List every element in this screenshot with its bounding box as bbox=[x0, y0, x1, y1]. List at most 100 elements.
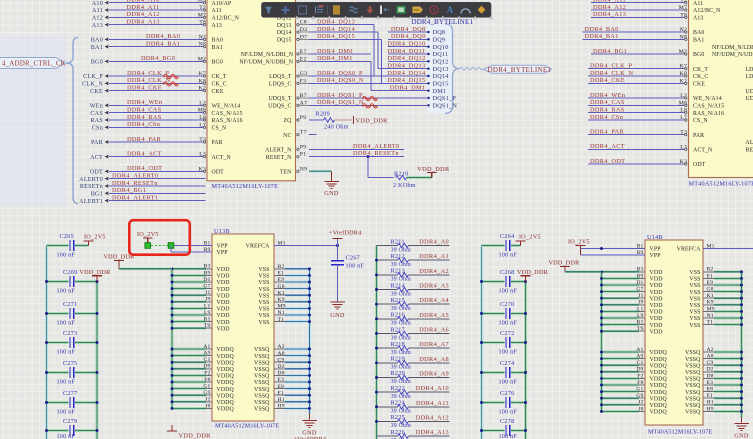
svg-text:DDR4_A9: DDR4_A9 bbox=[419, 370, 449, 377]
svg-text:DQ9: DQ9 bbox=[433, 37, 446, 44]
svg-text:R213: R213 bbox=[391, 268, 405, 275]
svg-text:LDQS_C: LDQS_C bbox=[269, 82, 292, 88]
svg-text:VSSQ: VSSQ bbox=[685, 390, 701, 396]
svg-text:VSS: VSS bbox=[258, 300, 269, 306]
svg-text:VDDQ: VDDQ bbox=[650, 370, 668, 376]
svg-text:K9: K9 bbox=[278, 297, 285, 303]
svg-text:VDD_DDR: VDD_DDR bbox=[179, 433, 212, 439]
svg-text:CSn: CSn bbox=[92, 126, 103, 132]
svg-text:VSSQ: VSSQ bbox=[685, 350, 701, 356]
svg-text:VSS: VSS bbox=[689, 290, 700, 296]
svg-text:VDD: VDD bbox=[650, 296, 664, 302]
svg-text:R218: R218 bbox=[391, 341, 405, 348]
svg-text:4_ADDR_CTRL_CK: 4_ADDR_CTRL_CK bbox=[2, 61, 66, 68]
svg-text:C276: C276 bbox=[500, 390, 514, 397]
svg-text:F2: F2 bbox=[637, 373, 643, 379]
svg-text:R1: R1 bbox=[637, 320, 644, 326]
svg-text:UDQS_C: UDQS_C bbox=[268, 104, 291, 110]
svg-text:100 nF: 100 nF bbox=[57, 252, 76, 259]
svg-text:VDD: VDD bbox=[217, 320, 231, 326]
svg-text:PAR: PAR bbox=[212, 140, 223, 146]
svg-text:N9: N9 bbox=[300, 166, 307, 172]
svg-text:P1: P1 bbox=[300, 152, 306, 158]
svg-text:DDR4_A5: DDR4_A5 bbox=[419, 312, 449, 319]
svg-text:E9: E9 bbox=[707, 280, 714, 286]
svg-text:DQ15: DQ15 bbox=[277, 38, 292, 44]
svg-text:DQ12: DQ12 bbox=[433, 59, 449, 66]
svg-text:ACT: ACT bbox=[90, 155, 103, 161]
svg-text:VDDQ: VDDQ bbox=[650, 363, 668, 369]
svg-text:GND: GND bbox=[330, 312, 345, 319]
svg-text:IO_2V5: IO_2V5 bbox=[84, 233, 106, 240]
svg-text:VSSQ: VSSQ bbox=[685, 370, 701, 376]
svg-text:VDD: VDD bbox=[650, 323, 664, 329]
svg-text:GND: GND bbox=[734, 433, 749, 439]
svg-text:ALERT0: ALERT0 bbox=[79, 177, 103, 183]
svg-text:WEn: WEn bbox=[90, 104, 103, 110]
svg-text:RAS_N/A16: RAS_N/A16 bbox=[693, 111, 724, 117]
svg-text:100 nF: 100 nF bbox=[499, 252, 518, 259]
svg-text:VSSQ: VSSQ bbox=[254, 393, 270, 399]
svg-text:CKE: CKE bbox=[212, 89, 224, 95]
svg-text:E8: E8 bbox=[707, 387, 714, 393]
svg-text:DDR4_A11: DDR4_A11 bbox=[127, 4, 160, 11]
svg-text:DDR4_A11: DDR4_A11 bbox=[416, 400, 449, 407]
svg-text:A8: A8 bbox=[707, 354, 714, 360]
svg-text:100 nF: 100 nF bbox=[499, 409, 518, 416]
svg-text:R215: R215 bbox=[391, 297, 405, 304]
svg-text:DDR4_BA1: DDR4_BA1 bbox=[585, 33, 619, 40]
svg-text:DDR4_A1: DDR4_A1 bbox=[419, 253, 449, 260]
svg-text:VREFCA: VREFCA bbox=[677, 247, 701, 253]
svg-text:G7: G7 bbox=[203, 284, 210, 290]
svg-text:VSSQ: VSSQ bbox=[685, 383, 701, 389]
svg-text:ALERT1: ALERT1 bbox=[79, 199, 103, 205]
svg-text:B9: B9 bbox=[637, 273, 644, 279]
svg-text:B2: B2 bbox=[278, 264, 285, 270]
svg-text:RAS: RAS bbox=[90, 118, 103, 124]
svg-text:VDDQ: VDDQ bbox=[650, 357, 668, 363]
svg-text:N1: N1 bbox=[707, 313, 714, 319]
svg-text:VSS: VSS bbox=[258, 267, 269, 273]
svg-text:DDR4_ACT: DDR4_ACT bbox=[590, 143, 625, 150]
svg-text:DDR4_ALERT0: DDR4_ALERT0 bbox=[353, 143, 400, 150]
svg-text:D8: D8 bbox=[278, 371, 285, 377]
svg-text:G8: G8 bbox=[278, 284, 285, 290]
svg-text:VDDQ: VDDQ bbox=[217, 393, 235, 399]
svg-text:DDR4_A3: DDR4_A3 bbox=[419, 282, 449, 289]
svg-text:DDR4_PAR: DDR4_PAR bbox=[590, 128, 625, 135]
svg-text:VPP: VPP bbox=[217, 250, 229, 256]
svg-text:A1: A1 bbox=[203, 344, 210, 350]
svg-text:PAR: PAR bbox=[91, 140, 104, 146]
svg-text:VSS: VSS bbox=[258, 293, 269, 299]
svg-text:VDDQ: VDDQ bbox=[650, 350, 668, 356]
svg-text:CKE: CKE bbox=[90, 89, 103, 95]
svg-text:VSS: VSS bbox=[689, 277, 700, 283]
svg-text:VDD: VDD bbox=[650, 310, 664, 316]
svg-text:NF/LDM_N/LDBI_N: NF/LDM_N/LDBI_N bbox=[241, 52, 294, 58]
svg-text:DDR4_DQ8: DDR4_DQ8 bbox=[391, 26, 426, 33]
svg-text:R212: R212 bbox=[391, 253, 405, 260]
svg-text:DDR4_CLK_N: DDR4_CLK_N bbox=[590, 70, 633, 77]
svg-text:DDR4_DQ13: DDR4_DQ13 bbox=[387, 62, 425, 69]
svg-text:VSS: VSS bbox=[258, 307, 269, 313]
svg-text:VSSQ: VSSQ bbox=[685, 410, 701, 416]
svg-text:H1: H1 bbox=[707, 400, 714, 406]
svg-text:C265: C265 bbox=[60, 233, 74, 240]
svg-text:DDR4_BYTELINE1: DDR4_BYTELINE1 bbox=[488, 66, 552, 74]
svg-text:VSS: VSS bbox=[689, 296, 700, 302]
svg-text:DDR4_A4: DDR4_A4 bbox=[419, 297, 449, 304]
svg-text:CS_N: CS_N bbox=[212, 126, 227, 132]
svg-text:VSS: VSS bbox=[689, 323, 700, 329]
svg-text:J9: J9 bbox=[205, 297, 210, 303]
svg-text:100 nF: 100 nF bbox=[57, 379, 76, 386]
svg-text:DQS1_P: DQS1_P bbox=[433, 95, 457, 102]
svg-text:VDD: VDD bbox=[217, 280, 231, 286]
svg-text:DDR4_A8: DDR4_A8 bbox=[419, 356, 449, 363]
svg-text:VDDQ: VDDQ bbox=[650, 403, 668, 409]
svg-text:DDR4_CKE: DDR4_CKE bbox=[590, 77, 625, 84]
svg-text:DDR4_CAS: DDR4_CAS bbox=[590, 99, 625, 106]
svg-text:F1: F1 bbox=[278, 390, 284, 396]
svg-text:J8: J8 bbox=[638, 406, 643, 412]
svg-text:VDD: VDD bbox=[217, 267, 231, 273]
svg-text:G1: G1 bbox=[636, 387, 643, 393]
